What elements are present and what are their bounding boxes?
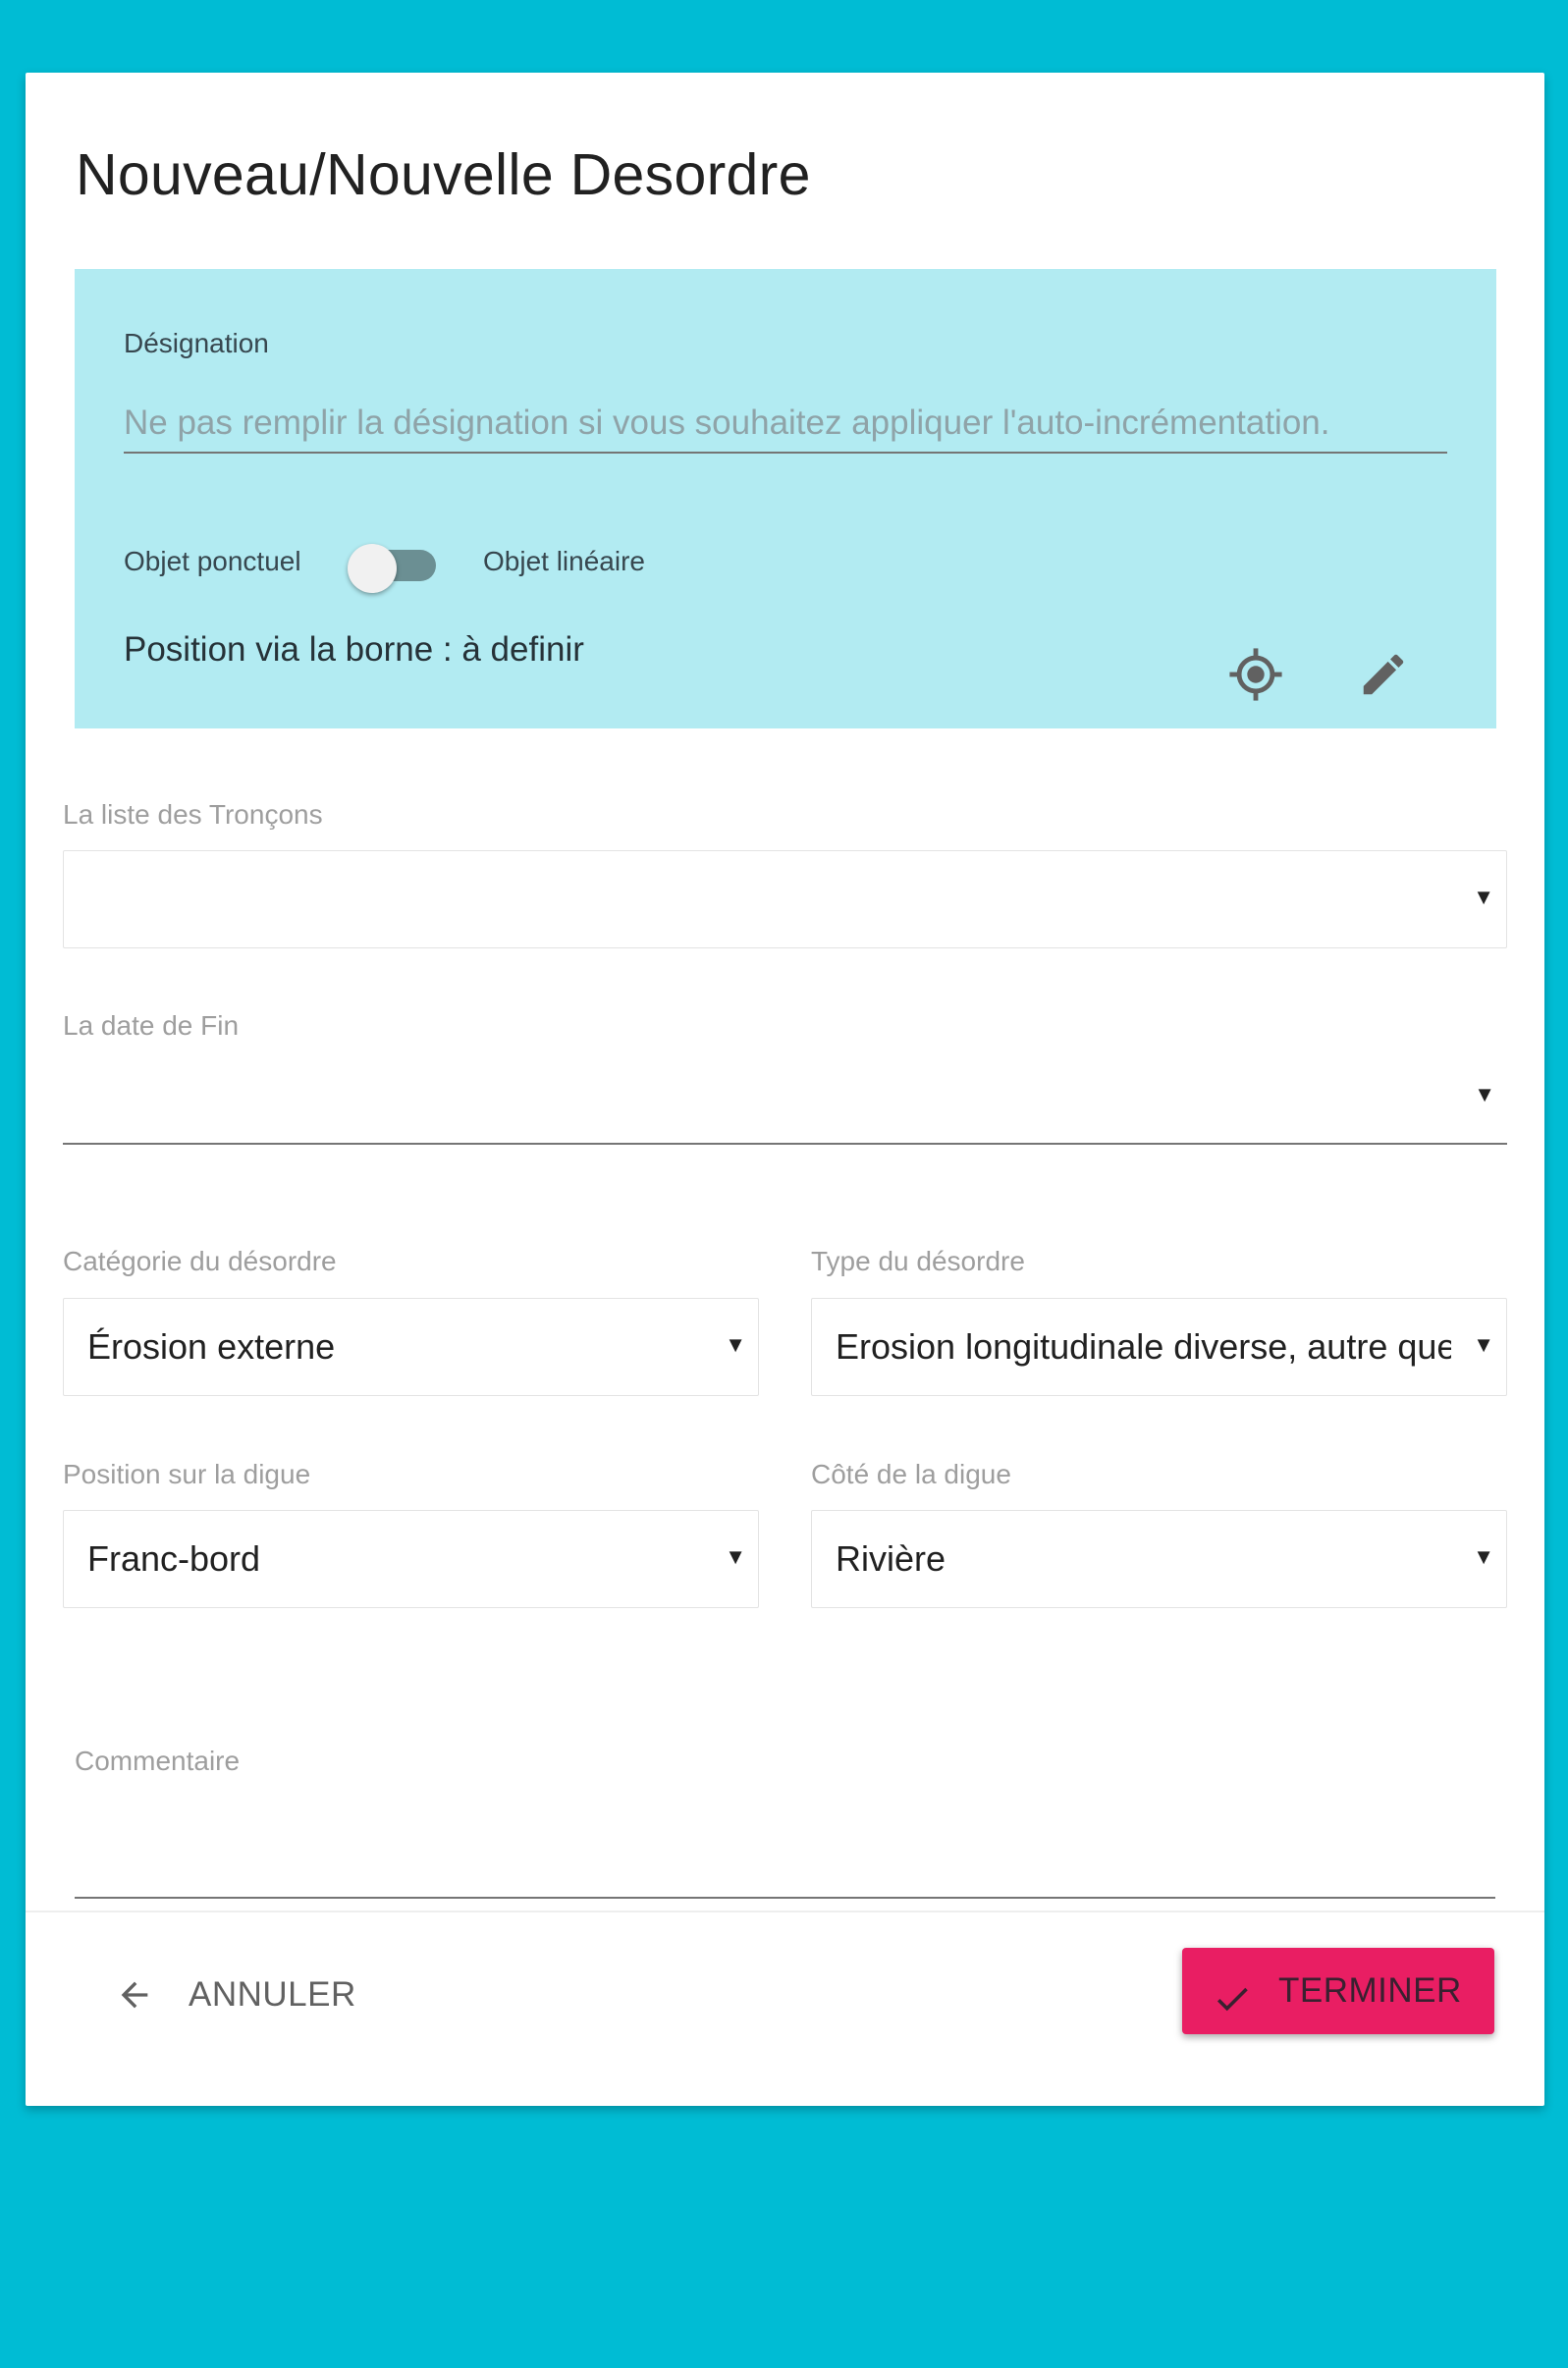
troncons-select[interactable]: ▼: [63, 850, 1507, 948]
object-type-toggle-row: Objet ponctuel Objet linéaire: [124, 534, 811, 593]
troncons-label: La liste des Tronçons: [63, 799, 323, 830]
actions-divider: [26, 1911, 1544, 1912]
designation-input[interactable]: [124, 395, 1447, 454]
object-type-switch[interactable]: [348, 544, 440, 593]
dropdown-arrow-icon: ▼: [1473, 1332, 1494, 1357]
arrow-left-icon: [110, 1970, 159, 2019]
designation-label: Désignation: [124, 328, 269, 358]
dropdown-arrow-icon: ▼: [725, 1544, 746, 1569]
position-digue-label: Position sur la digue: [63, 1459, 311, 1489]
type-select[interactable]: Erosion longitudinale diverse, autre que…: [811, 1298, 1507, 1396]
cote-digue-value: Rivière: [836, 1538, 946, 1579]
position-digue-select[interactable]: Franc-bord ▼: [63, 1510, 759, 1608]
dialog-card: Nouveau/Nouvelle Desordre Désignation Ob…: [26, 73, 1544, 2106]
categorie-label: Catégorie du désordre: [63, 1246, 337, 1276]
dialog-title: Nouveau/Nouvelle Desordre: [76, 142, 811, 207]
commentaire-input[interactable]: [75, 1801, 1495, 1899]
categorie-value: Érosion externe: [87, 1326, 336, 1367]
cote-digue-select[interactable]: Rivière ▼: [811, 1510, 1507, 1608]
toggle-label-lineaire: Objet linéaire: [483, 546, 645, 576]
finish-button[interactable]: TERMINER: [1182, 1948, 1494, 2034]
toggle-label-ponctuel: Objet ponctuel: [124, 546, 301, 576]
type-value: Erosion longitudinale diverse, autre que…: [836, 1326, 1451, 1367]
position-borne-text: Position via la borne : à definir: [124, 630, 584, 669]
designation-panel: Désignation Objet ponctuel Objet linéair…: [75, 269, 1496, 728]
commentaire-label: Commentaire: [75, 1746, 241, 1776]
dropdown-arrow-icon: ▼: [725, 1332, 746, 1357]
date-fin-select[interactable]: ▼: [63, 1035, 1507, 1145]
switch-thumb: [348, 544, 397, 593]
type-label: Type du désordre: [811, 1246, 1025, 1276]
finish-label: TERMINER: [1278, 1971, 1462, 2010]
cancel-button[interactable]: ANNULER: [110, 1948, 405, 2042]
cote-digue-label: Côté de la digue: [811, 1459, 1011, 1489]
dropdown-arrow-icon: ▼: [1473, 1544, 1494, 1569]
check-icon: [1208, 1974, 1257, 2023]
categorie-select[interactable]: Érosion externe ▼: [63, 1298, 759, 1396]
dropdown-arrow-icon: ▼: [1473, 885, 1494, 909]
position-digue-value: Franc-bord: [87, 1538, 261, 1579]
dropdown-arrow-icon: ▼: [1474, 1082, 1495, 1106]
pencil-icon[interactable]: [1349, 640, 1418, 709]
gps-target-icon[interactable]: [1221, 640, 1290, 709]
cancel-label: ANNULER: [189, 1975, 356, 2014]
